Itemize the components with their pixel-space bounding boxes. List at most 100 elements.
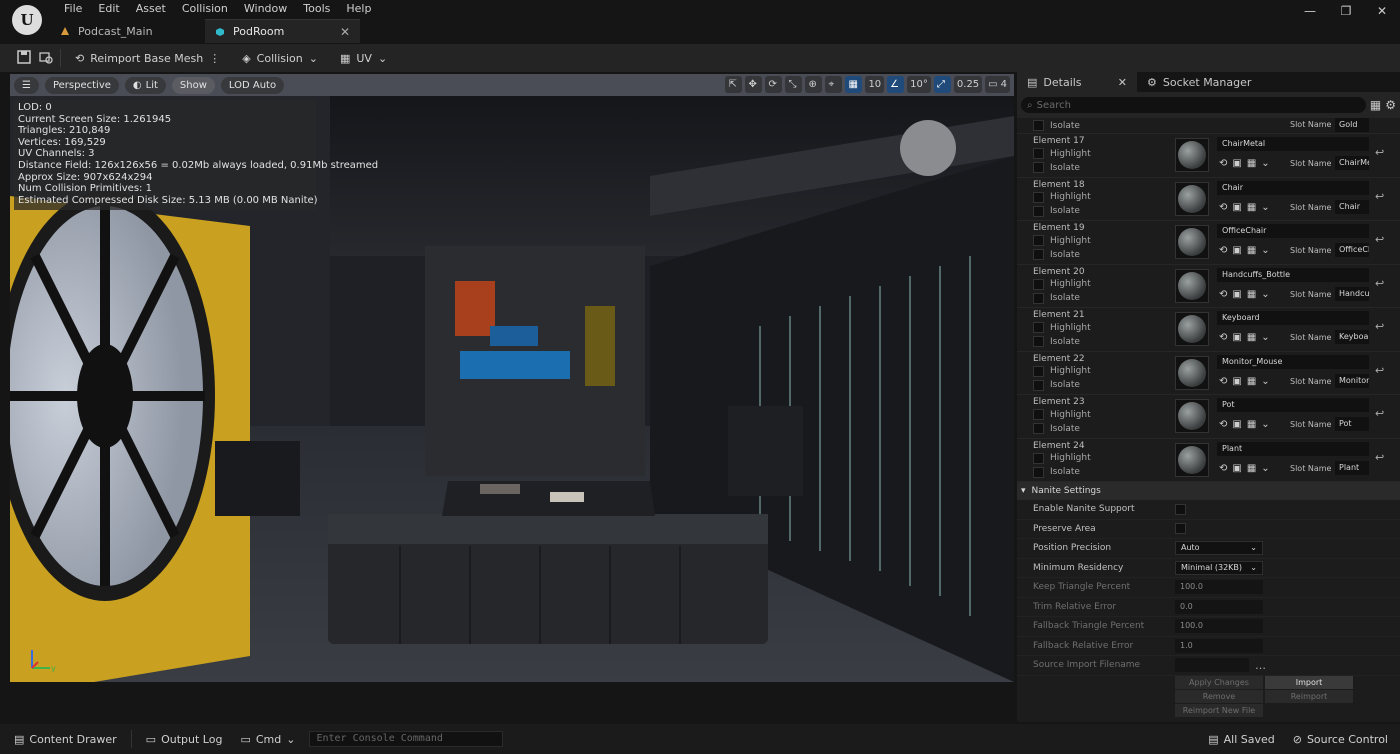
isolate-checkbox[interactable] (1033, 249, 1044, 260)
checker-icon[interactable]: ▦ (1247, 419, 1256, 430)
checker-icon[interactable]: ▦ (1247, 332, 1256, 343)
import-button[interactable]: Import (1265, 675, 1353, 689)
tab-socket-manager[interactable]: ⚙ Socket Manager (1137, 72, 1261, 92)
isolate-checkbox[interactable] (1033, 292, 1044, 304)
chevron-down-icon[interactable]: ⌄ (1261, 245, 1269, 256)
mesh-viewport[interactable]: ☰ Perspective ◐ Lit Show LOD Auto ⇱ ✥ ⟳ … (10, 74, 1014, 682)
chevron-down-icon[interactable]: ⌄ (1261, 376, 1269, 387)
highlight-checkbox[interactable] (1033, 148, 1044, 159)
menu-edit[interactable]: Edit (90, 2, 127, 16)
isolate-checkbox[interactable] (1033, 379, 1044, 391)
highlight-checkbox[interactable] (1033, 365, 1044, 377)
all-saved-button[interactable]: ▤ All Saved (1204, 728, 1279, 750)
chevron-down-icon[interactable]: ⌄ (1261, 202, 1269, 213)
lod-button[interactable]: LOD Auto (220, 76, 285, 94)
menu-window[interactable]: Window (236, 2, 295, 16)
browse-asset-icon[interactable] (38, 50, 54, 66)
close-icon[interactable]: ✕ (340, 25, 350, 39)
source-control-button[interactable]: ⊘ Source Control (1289, 728, 1392, 750)
cmd-dropdown[interactable]: ▭ Cmd ⌄ (236, 728, 299, 750)
camera-speed-button[interactable]: ▭ 4 (985, 76, 1010, 93)
material-thumbnail[interactable] (1175, 268, 1209, 303)
checker-icon[interactable]: ▦ (1247, 289, 1256, 300)
browse-folder-icon[interactable]: ▣ (1232, 289, 1241, 300)
reset-arrow-icon[interactable]: ⟲ (1219, 332, 1227, 343)
surface-snap-icon[interactable]: ⌖ (825, 76, 843, 93)
menu-asset[interactable]: Asset (128, 2, 174, 16)
show-button[interactable]: Show (171, 76, 215, 94)
reimport-button[interactable]: Reimport (1265, 689, 1353, 703)
content-drawer-button[interactable]: ▤ Content Drawer (10, 728, 121, 750)
tab-podroom[interactable]: PodRoom ✕ (205, 19, 360, 43)
browse-folder-icon[interactable]: ▣ (1232, 419, 1241, 430)
more-options-icon[interactable]: ⋮ (209, 52, 220, 65)
checker-icon[interactable]: ▦ (1247, 245, 1256, 256)
highlight-checkbox[interactable] (1033, 452, 1044, 464)
highlight-checkbox[interactable] (1033, 235, 1044, 246)
select-tool-icon[interactable]: ⇱ (725, 76, 743, 93)
nanite-settings-header[interactable]: ▾ Nanite Settings (1017, 482, 1400, 500)
collision-dropdown[interactable]: ◈ Collision ⌄ (234, 47, 326, 69)
highlight-checkbox[interactable] (1033, 322, 1044, 333)
settings-gear-icon[interactable]: ⚙ (1385, 98, 1396, 112)
close-icon[interactable]: ✕ (1118, 76, 1127, 89)
revert-arrow-icon[interactable]: ↩ (1375, 320, 1384, 333)
browse-folder-icon[interactable]: ▣ (1232, 245, 1241, 256)
material-thumbnail[interactable] (1175, 312, 1209, 346)
material-thumbnail[interactable] (1175, 442, 1209, 477)
isolate-checkbox[interactable] (1033, 205, 1044, 217)
coordinate-system-icon[interactable]: ⊕ (805, 76, 823, 93)
minimum-residency-dropdown[interactable]: Minimal (32KB) ⌄ (1175, 560, 1263, 575)
material-picker[interactable]: Pot (1217, 398, 1369, 412)
menu-tools[interactable]: Tools (295, 2, 338, 16)
reset-arrow-icon[interactable]: ⟲ (1219, 419, 1227, 430)
material-picker[interactable]: Handcuffs_Bottle (1217, 267, 1369, 282)
highlight-checkbox[interactable] (1033, 409, 1044, 420)
revert-arrow-icon[interactable]: ↩ (1375, 233, 1384, 246)
revert-arrow-icon[interactable]: ↩ (1375, 146, 1384, 159)
material-picker[interactable]: Keyboard (1217, 311, 1369, 325)
material-picker[interactable]: Monitor_Mouse (1217, 354, 1369, 369)
slot-name-field[interactable]: ChairMe (1335, 156, 1369, 170)
menu-help[interactable]: Help (338, 2, 379, 16)
table-view-icon[interactable]: ▦ (1370, 98, 1381, 112)
reset-arrow-icon[interactable]: ⟲ (1219, 202, 1227, 213)
reset-arrow-icon[interactable]: ⟲ (1219, 289, 1227, 300)
slot-name-field[interactable]: OfficeCh (1335, 243, 1369, 257)
reimport-new-file-button[interactable]: Reimport New File (1175, 703, 1263, 717)
checker-icon[interactable]: ▦ (1247, 376, 1256, 387)
minimize-icon[interactable]: — (1292, 0, 1328, 22)
isolate-checkbox[interactable] (1033, 466, 1044, 478)
material-thumbnail[interactable] (1175, 181, 1209, 216)
chevron-down-icon[interactable]: ⌄ (1261, 289, 1269, 300)
browse-folder-icon[interactable]: ▣ (1232, 202, 1241, 213)
slot-name-field[interactable]: Pot (1335, 417, 1369, 431)
material-picker[interactable]: ChairMetal (1217, 137, 1369, 151)
tab-podcast-main[interactable]: Podcast_Main (50, 19, 205, 43)
isolate-checkbox[interactable] (1033, 423, 1044, 434)
browse-ellipsis-icon[interactable]: … (1255, 659, 1266, 672)
reset-arrow-icon[interactable]: ⟲ (1219, 376, 1227, 387)
browse-folder-icon[interactable]: ▣ (1232, 158, 1241, 169)
chevron-down-icon[interactable]: ⌄ (1261, 463, 1269, 474)
scale-snap-toggle[interactable]: ⤢ (933, 76, 951, 93)
slot-name-field[interactable]: MonitorR (1335, 373, 1369, 388)
highlight-checkbox[interactable] (1033, 191, 1044, 203)
material-thumbnail[interactable] (1175, 399, 1209, 433)
viewport-menu-button[interactable]: ☰ (14, 76, 39, 94)
fallback-triangle-field[interactable]: 100.0 (1175, 619, 1263, 634)
chevron-down-icon[interactable]: ⌄ (1261, 419, 1269, 430)
rotation-snap-value[interactable]: 10° (907, 76, 931, 93)
tab-details[interactable]: ▤ Details ✕ (1017, 72, 1137, 92)
material-picker[interactable]: OfficeChair (1217, 224, 1369, 238)
perspective-button[interactable]: Perspective (44, 76, 119, 94)
preserve-area-checkbox[interactable] (1175, 523, 1186, 535)
revert-arrow-icon[interactable]: ↩ (1375, 364, 1384, 377)
browse-folder-icon[interactable]: ▣ (1232, 463, 1241, 474)
chevron-down-icon[interactable]: ⌄ (1261, 332, 1269, 343)
highlight-checkbox[interactable] (1033, 278, 1044, 290)
reset-arrow-icon[interactable]: ⟲ (1219, 463, 1227, 474)
slot-name-field[interactable]: Gold (1335, 118, 1369, 132)
revert-arrow-icon[interactable]: ↩ (1375, 190, 1384, 203)
reimport-base-mesh-button[interactable]: ⟲ Reimport Base Mesh ⋮ (67, 47, 228, 69)
